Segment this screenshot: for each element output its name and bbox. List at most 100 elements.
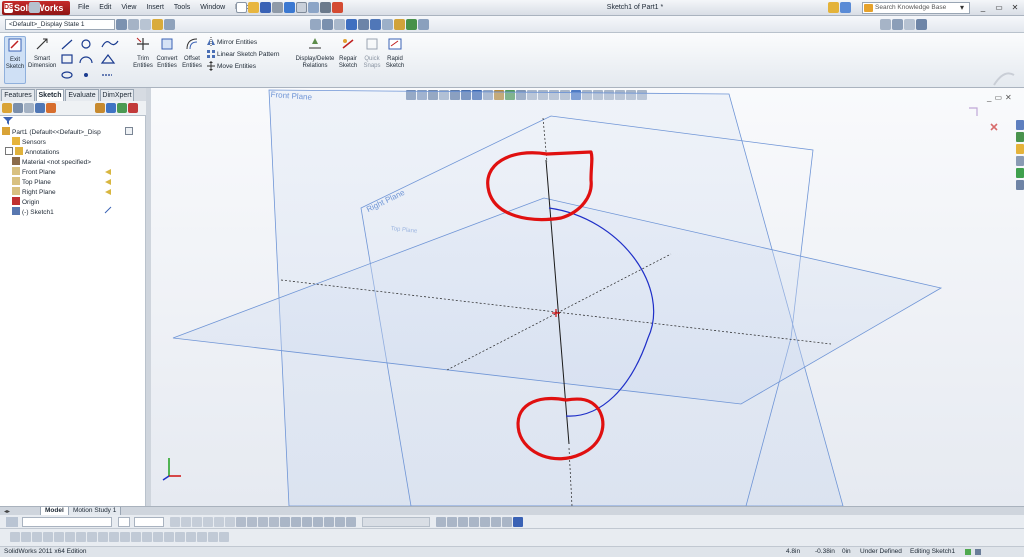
line-format-icon[interactable] [164, 19, 175, 30]
apply-scene-icon[interactable] [406, 19, 417, 30]
measure-icon[interactable] [502, 517, 512, 527]
appearances-tab-icon[interactable] [1016, 168, 1024, 178]
zoom-to-area-icon[interactable] [322, 19, 333, 30]
minimize-button[interactable]: _ [976, 2, 990, 14]
justify-icon[interactable] [269, 517, 279, 527]
toolbar-toggle-icon[interactable] [29, 2, 40, 13]
file-properties-icon[interactable] [320, 2, 331, 13]
select-arrow-icon[interactable] [296, 2, 307, 13]
menu-window[interactable]: Window [195, 2, 230, 14]
split-icon[interactable] [186, 532, 196, 542]
tree-item-front-plane[interactable]: Front Plane [12, 167, 56, 177]
balloon-icon[interactable] [313, 517, 323, 527]
tree-item-top-plane[interactable]: Top Plane [12, 177, 51, 187]
view-palette-tab-icon[interactable] [1016, 156, 1024, 166]
offset-icon[interactable] [164, 532, 174, 542]
file-explorer-tab-icon[interactable] [1016, 144, 1024, 154]
exit-sketch-button[interactable]: Exit Sketch [4, 36, 26, 84]
linear-sketch-pattern-button[interactable]: Linear Sketch Pattern [206, 49, 280, 59]
tree-item-origin[interactable]: Origin [12, 197, 39, 207]
save-icon[interactable] [260, 2, 271, 13]
sum-icon[interactable] [128, 19, 139, 30]
zoom-to-fit-icon[interactable] [310, 19, 321, 30]
units-icon[interactable] [975, 549, 981, 555]
strikethrough-icon[interactable] [203, 517, 213, 527]
solidworks-resources-icon[interactable] [828, 2, 839, 13]
menu-edit[interactable]: Edit [94, 2, 116, 14]
dimxpert-manager-icon[interactable] [35, 103, 45, 113]
display-manager-icon[interactable] [46, 103, 56, 113]
view-orientation-icon[interactable] [116, 19, 127, 30]
underline-icon[interactable] [192, 517, 202, 527]
ordinate-dimension-icon[interactable] [513, 517, 523, 527]
line-thickness-icon[interactable] [291, 517, 301, 527]
spline-icon[interactable] [76, 532, 86, 542]
subscript-icon[interactable] [225, 517, 235, 527]
search-dropdown-button[interactable]: ▾ [954, 2, 970, 14]
text-icon[interactable] [131, 532, 141, 542]
design-library-tab-icon[interactable] [1016, 132, 1024, 142]
offset-entities-button[interactable]: Offset Entities [181, 36, 203, 70]
align-center-icon[interactable] [247, 517, 257, 527]
tree-option-icon-4[interactable] [128, 103, 138, 113]
tree-item-sketch1[interactable]: (-) Sketch1 [12, 207, 54, 217]
arc-icon[interactable] [65, 532, 75, 542]
fillet-icon[interactable] [109, 532, 119, 542]
point-icon[interactable] [10, 532, 20, 542]
slot-icon[interactable] [87, 532, 97, 542]
edit-appearance-icon[interactable] [394, 19, 405, 30]
smart-dimension-button[interactable]: Smart Dimension [28, 36, 56, 70]
tab-features[interactable]: Features [1, 89, 35, 101]
trim-entities-button[interactable]: Trim Entities [132, 36, 154, 70]
leader-icon[interactable] [335, 517, 345, 527]
confirmation-corner[interactable] [969, 107, 998, 131]
menu-view[interactable]: View [116, 2, 141, 14]
print-icon[interactable] [272, 2, 283, 13]
pattern-icon[interactable] [219, 532, 229, 542]
menu-tools[interactable]: Tools [169, 2, 195, 14]
tab-evaluate[interactable]: Evaluate [65, 89, 99, 101]
help-icon[interactable] [840, 2, 851, 13]
layer-props-icon[interactable] [436, 517, 446, 527]
construction-icon[interactable] [142, 532, 152, 542]
italic-icon[interactable] [181, 517, 191, 527]
tree-item-right-plane[interactable]: Right Plane [12, 187, 56, 197]
align-right-icon[interactable] [258, 517, 268, 527]
snap-icon[interactable] [458, 517, 468, 527]
tree-option-icon-2[interactable] [106, 103, 116, 113]
undo-icon[interactable] [284, 2, 295, 13]
jog-icon[interactable] [197, 532, 207, 542]
font-size-select[interactable] [118, 517, 130, 527]
mirror-icon[interactable] [208, 532, 218, 542]
tab-scroll-arrows-icon[interactable]: ◂▸ [4, 508, 10, 515]
maximize-button[interactable]: ▭ [992, 2, 1006, 14]
display-delete-relations-button[interactable]: Display/Delete Relations [295, 36, 335, 70]
format-icon[interactable] [6, 517, 18, 527]
feature-manager-icon[interactable] [2, 103, 12, 113]
options-icon[interactable] [332, 2, 343, 13]
font-select[interactable] [22, 517, 112, 527]
section-view-icon[interactable] [346, 19, 357, 30]
solidworks-resources-tab-icon[interactable] [1016, 120, 1024, 130]
menu-insert[interactable]: Insert [141, 2, 169, 14]
mirror-entities-button[interactable]: Mirror Entities [206, 37, 257, 47]
toolbar-option-icon-1[interactable] [880, 19, 891, 30]
move-entities-button[interactable]: Move Entities [206, 61, 256, 71]
diamond-icon[interactable] [54, 532, 64, 542]
toolbar-option-icon-2[interactable] [892, 19, 903, 30]
configuration-select[interactable]: <Default>_Display State 1 [5, 19, 115, 30]
rebuild-icon[interactable] [308, 2, 319, 13]
table-icon[interactable] [140, 19, 151, 30]
display-style-icon[interactable] [370, 19, 381, 30]
graphics-area[interactable]: _ ▭ ✕ Front Plane Right Plane Top Plane [151, 88, 1024, 506]
dimensions-icon[interactable] [480, 517, 490, 527]
repair-sketch-button[interactable]: Repair Sketch [337, 36, 359, 70]
rectangle-icon[interactable] [98, 532, 108, 542]
centerline-icon[interactable] [153, 532, 163, 542]
style-select[interactable] [134, 517, 164, 527]
filter-icon[interactable] [3, 117, 13, 125]
tree-item-annotations[interactable]: Annotations [5, 147, 59, 157]
line-color-icon[interactable] [302, 517, 312, 527]
tree-root-part[interactable]: Part1 (Default<<Default>_Disp [2, 127, 101, 137]
layer-icon[interactable] [152, 19, 163, 30]
